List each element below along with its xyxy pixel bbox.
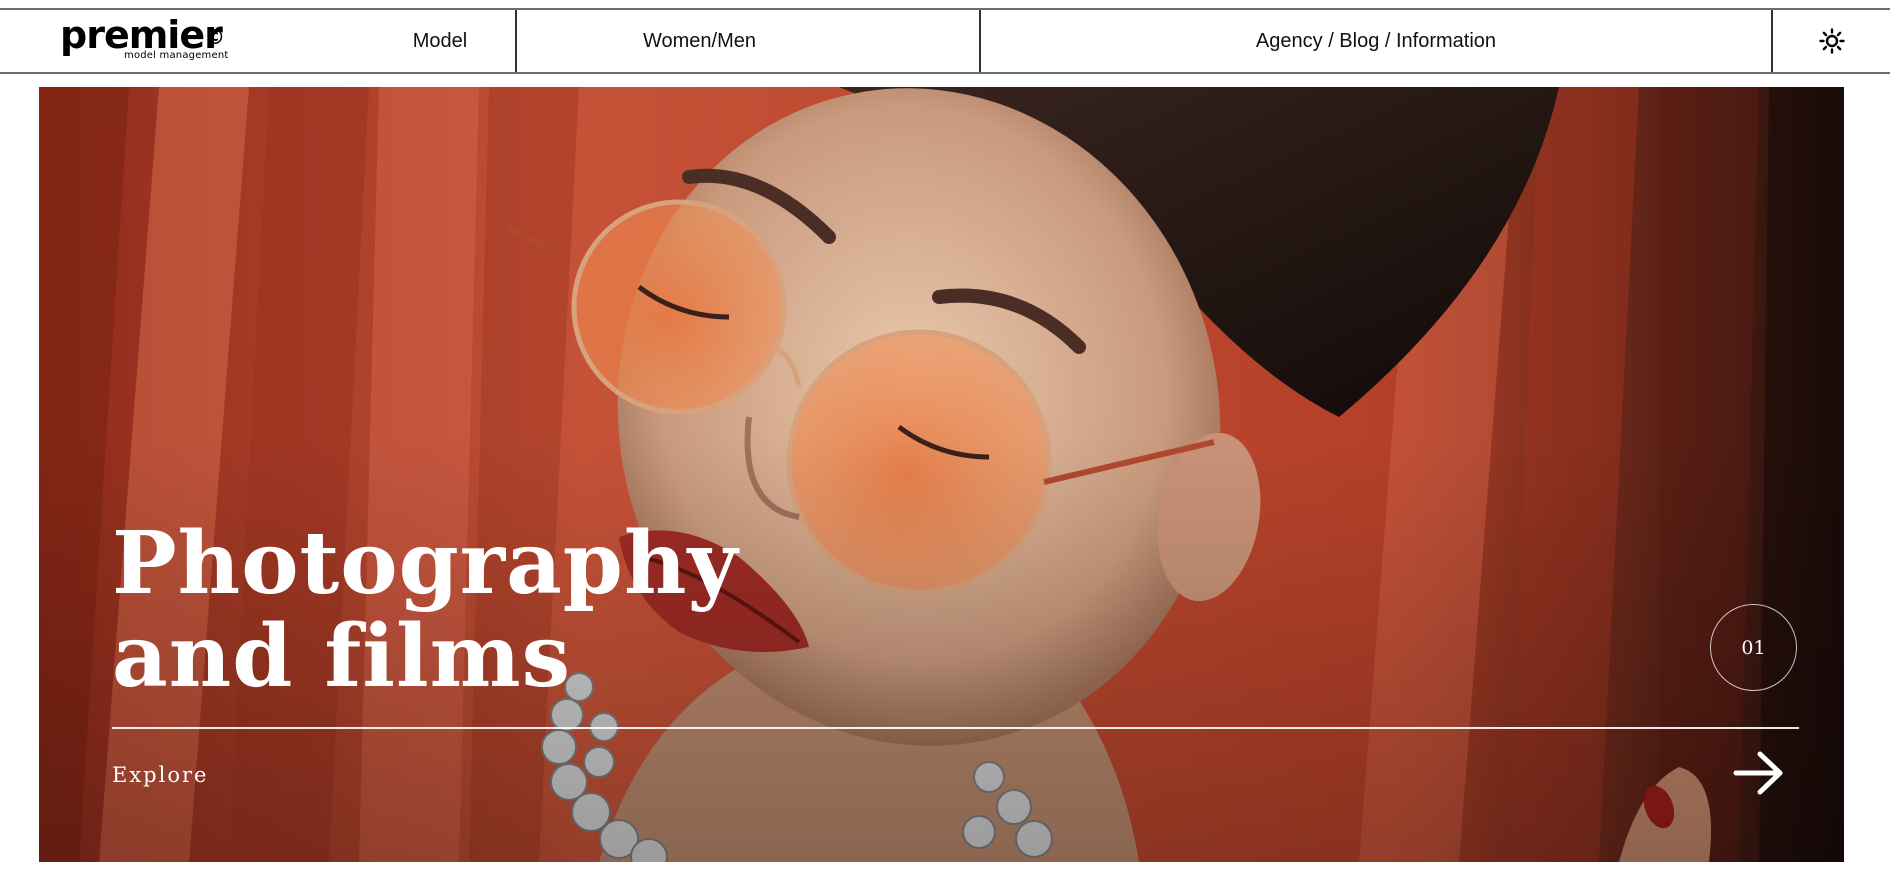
nav-model[interactable]: Model [365,10,517,72]
nav-agency-label: Agency / Blog / Information [1255,29,1497,52]
nav-agency-blog-information[interactable]: Agency / Blog / Information [981,10,1773,72]
theme-toggle-button[interactable] [1773,10,1890,72]
slide-counter-number: 01 [1741,636,1766,659]
hero-title: Photography and films [112,517,738,703]
hero-title-line2: and films [112,606,572,707]
logo-subtitle: model management [124,50,229,61]
hero-divider [112,727,1799,729]
slide-counter[interactable]: 01 [1710,604,1797,691]
nav-model-label: Model [412,29,468,52]
arrow-right-icon [1733,751,1783,795]
logo-brand: premier [60,13,223,57]
hero-overlay [39,87,1844,862]
hero-slider: Photography and films 01 Explore [39,87,1844,862]
explore-link[interactable]: Explore [112,763,208,787]
nav-women-men-label: Women/Men [643,29,757,52]
sun-icon [1818,28,1845,54]
next-slide-button[interactable] [1732,749,1786,797]
site-header: premier © model management Model Women/M… [0,8,1890,74]
logo-copyright-mark: © [205,25,225,49]
logo[interactable]: premier © model management [0,10,365,72]
nav-women-men[interactable]: Women/Men [517,10,981,72]
hero-title-line1: Photography [112,513,739,614]
